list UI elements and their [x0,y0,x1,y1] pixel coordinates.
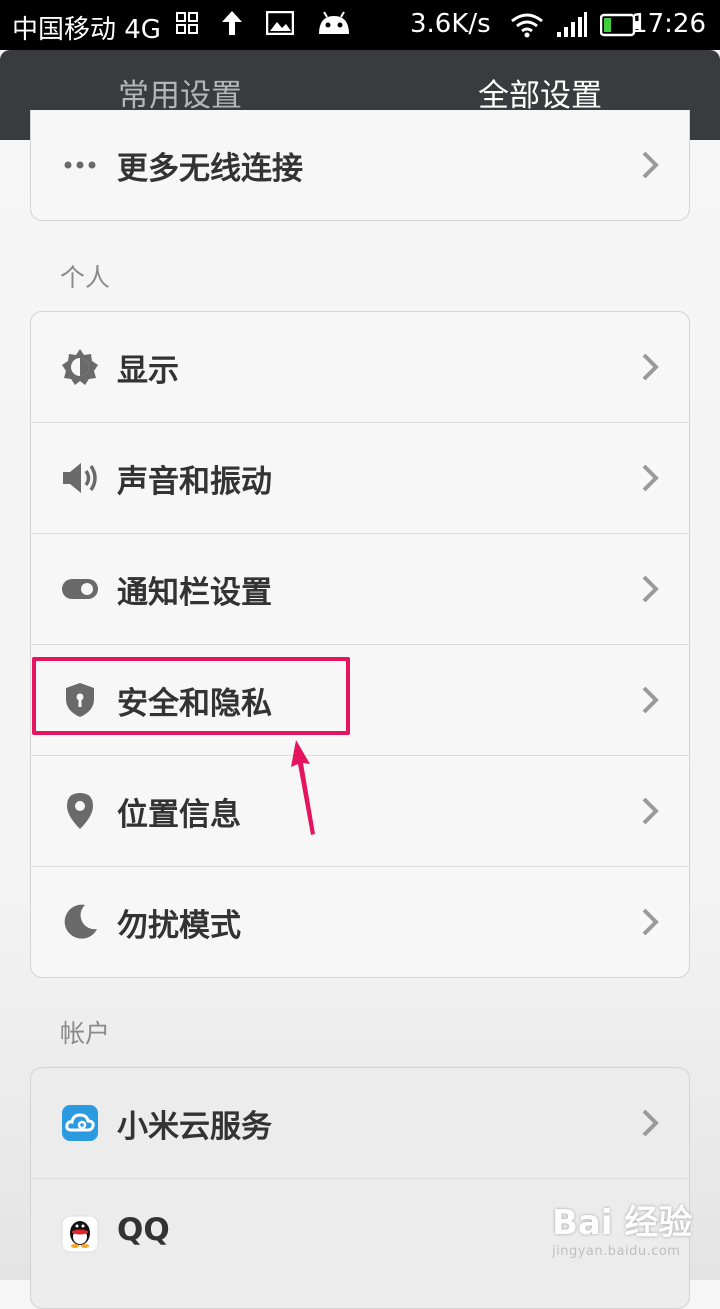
settings-item-label: QQ [117,1212,170,1248]
toggle-icon [62,579,98,599]
watermark-sub: jingyan.baidu.com [552,1244,681,1259]
moon-icon [64,904,97,939]
settings-item-notification-bar[interactable]: 通知栏设置 [31,534,689,645]
section-title-account: 帐户 [60,1019,111,1048]
chevron-right-icon [642,686,659,714]
qq-penguin-icon [61,1215,99,1253]
chevron-right-icon [642,908,659,936]
settings-item-label: 声音和振动 [117,464,272,500]
chevron-right-icon [642,797,659,825]
apps-grid-icon [176,12,198,34]
settings-item-sound[interactable]: 声音和振动 [31,423,689,534]
highlight-box [32,657,350,735]
image-icon [266,11,294,35]
settings-item-label: 位置信息 [117,797,241,833]
settings-item-more-wireless[interactable]: 更多无线连接 [31,110,689,220]
upload-arrow-icon [222,11,242,35]
settings-item-mi-cloud[interactable]: 小米云服务 [31,1068,689,1179]
chevron-right-icon [642,464,659,492]
settings-item-label: 小米云服务 [117,1109,272,1145]
android-icon [319,11,349,34]
chevron-right-icon [642,353,659,381]
wireless-group: 更多无线连接 [30,110,690,221]
settings-item-do-not-disturb[interactable]: 勿扰模式 [31,867,689,977]
annotation-arrow-icon [291,740,315,835]
speaker-icon [63,463,97,493]
more-dots-icon [64,161,96,169]
status-bar: 中国移动 4G 3.6K/s 17:26 [0,0,720,50]
network-speed: 3.6K/s [410,9,491,39]
chevron-right-icon [642,151,659,179]
brightness-icon [62,349,98,385]
clock: 17:26 [631,9,706,39]
chevron-right-icon [642,575,659,603]
personal-group: 显示 声音和振动 通知栏设置 安全和隐私 位置信息 勿扰模式 [30,311,690,978]
chevron-right-icon [642,1109,659,1137]
signal-icon [557,12,587,37]
settings-item-label: 通知栏设置 [117,575,272,611]
watermark-main: Bai 经验 [552,1203,693,1243]
section-title-personal: 个人 [60,263,111,292]
location-pin-icon [67,793,93,829]
settings-item-display[interactable]: 显示 [31,312,689,423]
account-group: 小米云服务 QQ [30,1067,690,1309]
baidu-watermark: Bai 经验 jingyan.baidu.com [552,1195,692,1259]
cloud-icon [62,1105,98,1141]
settings-item-location[interactable]: 位置信息 [31,756,689,867]
wifi-icon [511,13,543,38]
settings-item-label: 显示 [117,353,179,389]
settings-item-label: 勿扰模式 [117,908,241,944]
carrier-label: 中国移动 4G [12,15,161,45]
settings-item-label: 更多无线连接 [117,151,303,187]
